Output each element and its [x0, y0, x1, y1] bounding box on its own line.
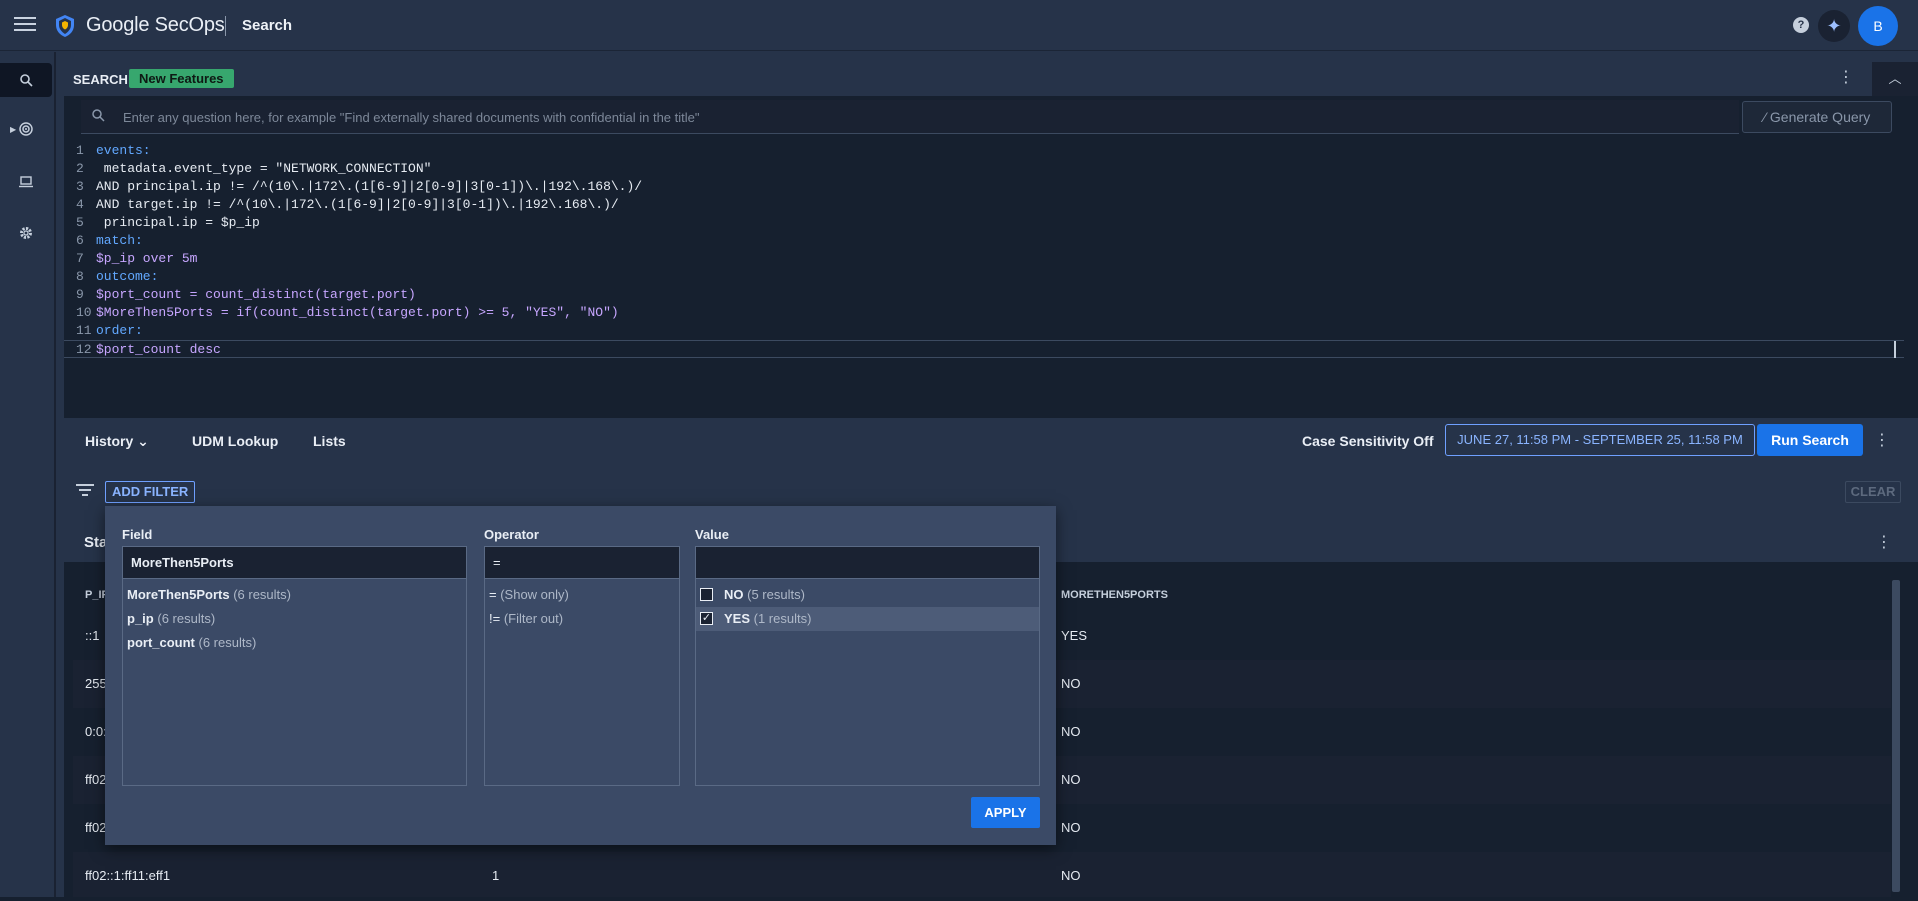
code-line: 10 $MoreThen5Ports = if(count_distinct(ta…	[76, 305, 619, 320]
editor-scroll-marker	[1894, 341, 1896, 358]
collapse-chevron-up-icon[interactable]: ︿	[1872, 62, 1918, 96]
search-more-vert-icon[interactable]: ⋮	[1836, 68, 1856, 88]
lists-link[interactable]: Lists	[313, 433, 346, 449]
results-more-vert-icon[interactable]: ⋮	[1876, 532, 1892, 552]
code-line: 8 outcome:	[76, 269, 159, 284]
search-title: SEARCH	[73, 72, 128, 87]
value-label: Value	[695, 527, 729, 542]
value-option-no[interactable]: NO (5 results)	[696, 583, 1039, 607]
column-header-morethen5ports[interactable]: MORETHEN5PORTS	[1061, 578, 1168, 612]
chevron-down-icon: ⌄	[137, 433, 149, 449]
generate-query-label: Generate Query	[1769, 109, 1871, 125]
gemini-sparkle-icon[interactable]: ✦	[1818, 10, 1850, 42]
code-line: 11 order:	[76, 323, 143, 338]
left-nav-rail: ▶	[0, 52, 56, 901]
brand-name: Google SecOps	[86, 14, 225, 36]
field-label: Field	[122, 527, 153, 542]
search-footer: History ⌄ UDM Lookup Lists Case Sensitiv…	[64, 418, 1918, 466]
operator-option[interactable]: = (Show only)	[485, 583, 679, 607]
add-filter-popup: Field Operator Value MoreThen5Ports More…	[105, 506, 1056, 845]
secops-logo-icon	[56, 15, 74, 37]
natural-language-query-bar	[81, 100, 1739, 134]
rail-settings-gear-icon[interactable]	[0, 216, 52, 250]
rail-detection-icon[interactable]: ▶	[0, 112, 52, 146]
code-line: 6 match:	[76, 233, 143, 248]
value-option-yes[interactable]: ✓ YES (1 results)	[696, 607, 1039, 631]
field-input[interactable]: MoreThen5Ports	[123, 547, 466, 579]
search-panel: SEARCH New Features ⋮ ︿ ⁄ Generate Query…	[64, 62, 1918, 466]
new-features-badge[interactable]: New Features	[129, 69, 234, 88]
operator-label: Operator	[484, 527, 539, 542]
code-line: 3 AND principal.ip != /^(10\.|172\.(1[6-9…	[76, 179, 643, 194]
operator-column: = = (Show only) != (Filter out)	[484, 546, 680, 786]
udm-lookup-link[interactable]: UDM Lookup	[192, 433, 278, 449]
checkbox-unchecked[interactable]	[700, 588, 713, 601]
operator-option[interactable]: != (Filter out)	[485, 607, 679, 631]
rail-search-icon[interactable]	[0, 63, 52, 97]
help-icon[interactable]: ?	[1793, 17, 1809, 33]
code-line: 1 events:	[76, 143, 151, 158]
history-dropdown[interactable]: History ⌄	[85, 433, 149, 450]
field-option[interactable]: p_ip (6 results)	[123, 607, 466, 631]
table-row[interactable]: ff02::1:ff11:eff1 1 NO	[73, 852, 1891, 900]
code-line-active: 12 $port_count desc	[64, 340, 1904, 358]
checkbox-checked-icon[interactable]: ✓	[700, 612, 713, 625]
code-line: 5 principal.ip = $p_ip	[76, 215, 260, 230]
field-column: MoreThen5Ports MoreThen5Ports (6 results…	[122, 546, 467, 786]
code-line: 7 $p_ip over 5m	[76, 251, 198, 266]
filter-list-icon[interactable]	[76, 484, 94, 498]
results-scrollbar[interactable]	[1892, 580, 1900, 892]
field-option[interactable]: port_count (6 results)	[123, 631, 466, 655]
apply-button[interactable]: APPLY	[971, 797, 1040, 828]
case-sensitivity-toggle[interactable]: Case Sensitivity Off	[1302, 433, 1434, 449]
code-line: 9 $port_count = count_distinct(target.por…	[76, 287, 416, 302]
search-header: SEARCH New Features ⋮ ︿	[64, 62, 1918, 96]
results-title: Sta	[84, 534, 108, 551]
date-range-picker[interactable]: JUNE 27, 11:58 PM - SEPTEMBER 25, 11:58 …	[1445, 424, 1755, 456]
value-column: NO (5 results) ✓ YES (1 results)	[695, 546, 1040, 786]
generate-query-button[interactable]: ⁄ Generate Query	[1742, 101, 1892, 133]
brand-divider	[225, 16, 226, 36]
rail-investigation-icon[interactable]	[0, 165, 52, 199]
code-line: 2 metadata.event_type = "NETWORK_CONNECT…	[76, 161, 432, 176]
add-filter-button[interactable]: ADD FILTER	[105, 481, 196, 503]
field-option[interactable]: MoreThen5Ports (6 results)	[123, 583, 466, 607]
clear-filters-button[interactable]: CLEAR	[1845, 481, 1901, 503]
query-code-editor[interactable]: 1 events: 2 metadata.event_type = "NETWOR…	[64, 142, 1904, 418]
natural-language-query-input[interactable]	[123, 100, 1723, 134]
avatar[interactable]: B	[1858, 6, 1898, 46]
query-search-icon	[92, 109, 105, 122]
bottom-strip	[0, 897, 1918, 901]
code-line: 4 AND target.ip != /^(10\.|172\.(1[6-9]|2…	[76, 197, 619, 212]
operator-input[interactable]: =	[485, 547, 679, 579]
filter-bar: ADD FILTER CLEAR	[64, 474, 1918, 510]
value-input[interactable]	[696, 547, 1039, 579]
run-search-button[interactable]: Run Search	[1757, 424, 1863, 456]
page-title: Search	[242, 17, 293, 34]
hamburger-menu-icon[interactable]	[14, 14, 36, 36]
footer-more-vert-icon[interactable]: ⋮	[1874, 430, 1890, 450]
